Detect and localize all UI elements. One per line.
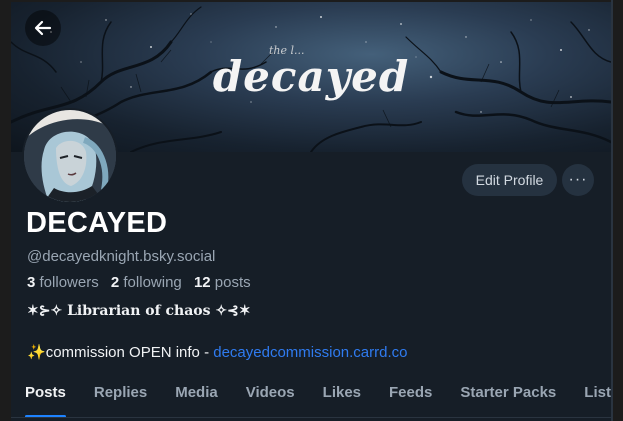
window-frame-left xyxy=(0,0,11,421)
followers-label: followers xyxy=(39,274,99,291)
banner-title: decayed xyxy=(212,52,410,101)
edit-profile-button[interactable]: Edit Profile xyxy=(462,164,557,196)
tab-media[interactable]: Media xyxy=(161,374,232,421)
followers-link[interactable]: 3 followers xyxy=(27,274,99,291)
bio-text: commission OPEN info - xyxy=(45,344,214,361)
following-count: 2 xyxy=(110,274,120,291)
following-link[interactable]: 2 following xyxy=(111,274,182,291)
posts-count: 12 xyxy=(193,274,211,291)
more-options-button[interactable]: ··· xyxy=(562,164,594,196)
avatar[interactable] xyxy=(22,108,118,204)
tabs-divider xyxy=(11,417,611,418)
followers-count: 3 xyxy=(27,274,36,291)
tab-replies[interactable]: Replies xyxy=(80,374,161,421)
display-name: DECAYED xyxy=(26,207,168,239)
profile-tabs: Posts Replies Media Videos Likes Feeds S… xyxy=(11,374,611,421)
ellipsis-icon: ··· xyxy=(568,171,588,188)
tab-posts[interactable]: Posts xyxy=(11,374,80,421)
scrollbar-track[interactable] xyxy=(611,0,613,421)
back-button[interactable] xyxy=(25,10,61,46)
bio-line-2: ✨commission OPEN info - decayedcommissio… xyxy=(27,343,407,361)
commission-link[interactable]: decayedcommission.carrd.co xyxy=(213,344,407,361)
sparkles-icon: ✨ xyxy=(27,344,46,361)
profile-stats: 3 followers 2 following 12 posts xyxy=(27,274,251,291)
avatar-portrait xyxy=(24,110,116,202)
posts-stat: 12 posts xyxy=(194,274,251,291)
posts-label: posts xyxy=(214,274,251,291)
tab-starter-packs[interactable]: Starter Packs xyxy=(446,374,570,421)
tab-lists[interactable]: Lists xyxy=(570,374,611,421)
tab-feeds[interactable]: Feeds xyxy=(375,374,446,421)
bio-line-1: ✶⊱✧ Librarian of chaos ✧⊰✶ xyxy=(27,303,251,319)
tab-videos[interactable]: Videos xyxy=(232,374,309,421)
arrow-left-icon xyxy=(34,20,52,36)
tab-likes[interactable]: Likes xyxy=(309,374,375,421)
following-label: following xyxy=(123,274,182,291)
profile-handle: @decayedknight.bsky.social xyxy=(27,248,216,265)
